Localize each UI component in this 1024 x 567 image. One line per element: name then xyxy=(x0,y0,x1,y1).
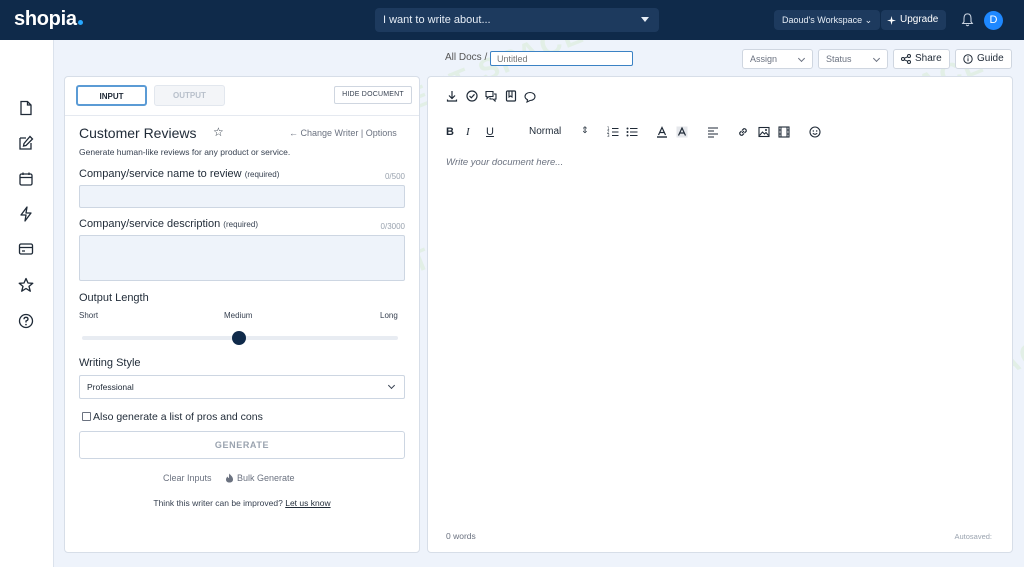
feedback-text: Think this writer can be improved? Let u… xyxy=(153,498,331,508)
text-color-icon[interactable] xyxy=(656,126,668,138)
guide-button[interactable]: Guide xyxy=(955,49,1012,69)
writing-style-label: Writing Style xyxy=(79,357,141,369)
company-description-label: Company/service description (required) xyxy=(79,218,258,230)
align-left-icon[interactable] xyxy=(707,126,719,138)
document-editor[interactable]: Write your document here... xyxy=(446,157,563,168)
lightning-icon[interactable] xyxy=(18,206,34,222)
feedback-link[interactable]: Let us know xyxy=(285,498,330,508)
chevron-down-icon: ⌄ xyxy=(864,15,873,25)
output-length-label: Output Length xyxy=(79,292,149,304)
slider-thumb[interactable] xyxy=(232,331,246,345)
underline-button[interactable]: U xyxy=(486,126,494,138)
book-icon[interactable] xyxy=(505,90,517,102)
info-icon xyxy=(963,54,973,64)
company-name-input[interactable] xyxy=(79,185,405,208)
sidebar xyxy=(0,40,54,567)
hide-document-button[interactable]: HIDE DOCUMENT xyxy=(334,86,412,104)
top-bar: shopia I want to write about... Daoud's … xyxy=(0,0,1024,40)
upgrade-label: Upgrade xyxy=(900,14,939,25)
chevron-down-icon xyxy=(797,54,806,63)
autosaved-status: Autosaved: xyxy=(954,532,992,541)
editor-panel: B I U Normal ⇕ 123 Write your document h… xyxy=(427,76,1013,553)
breadcrumb[interactable]: All Docs / xyxy=(445,52,487,63)
bell-icon[interactable] xyxy=(961,13,974,27)
length-medium-label: Medium xyxy=(224,311,253,320)
status-dropdown[interactable]: Status xyxy=(818,49,888,69)
sparkle-icon xyxy=(887,15,896,25)
input-panel: INPUT OUTPUT HIDE DOCUMENT Customer Revi… xyxy=(64,76,420,553)
prompt-dropdown-label: I want to write about... xyxy=(383,14,491,26)
help-icon[interactable] xyxy=(18,313,34,329)
bold-button[interactable]: B xyxy=(446,126,454,138)
bullet-list-icon[interactable] xyxy=(626,126,638,138)
clear-inputs-link[interactable]: Clear Inputs xyxy=(163,473,212,483)
pros-cons-checkbox[interactable] xyxy=(82,412,91,421)
company-description-counter: 0/3000 xyxy=(380,222,405,231)
assign-dropdown[interactable]: Assign xyxy=(742,49,813,69)
comments-icon[interactable] xyxy=(485,90,497,102)
updown-icon: ⇕ xyxy=(581,125,589,135)
prompt-dropdown[interactable]: I want to write about... xyxy=(375,8,659,32)
writing-style-select[interactable]: Professional xyxy=(79,375,405,399)
video-icon[interactable] xyxy=(778,126,790,138)
calendar-icon[interactable] xyxy=(18,171,34,187)
chevron-down-icon xyxy=(387,381,396,390)
tab-output[interactable]: OUTPUT xyxy=(154,85,225,106)
share-icon xyxy=(901,54,911,64)
tab-input[interactable]: INPUT xyxy=(76,85,147,106)
svg-text:3: 3 xyxy=(607,133,610,138)
doc-title-input[interactable] xyxy=(490,51,633,66)
format-select[interactable]: Normal xyxy=(529,126,561,137)
italic-button[interactable]: I xyxy=(466,126,470,138)
star-icon[interactable] xyxy=(18,277,34,293)
download-icon[interactable] xyxy=(446,90,458,102)
chat-icon[interactable] xyxy=(524,91,536,103)
document-icon[interactable] xyxy=(18,100,34,116)
word-count: 0 words xyxy=(446,531,476,541)
company-name-label: Company/service name to review (required… xyxy=(79,168,280,180)
logo[interactable]: shopia xyxy=(14,8,83,31)
writer-description: Generate human-like reviews for any prod… xyxy=(79,147,291,157)
divider xyxy=(65,115,419,116)
assign-label: Assign xyxy=(750,54,778,64)
emoji-icon[interactable] xyxy=(809,126,821,138)
status-label: Status xyxy=(826,54,852,64)
workspace-selector[interactable]: Daoud's Workspace ⌄ xyxy=(774,10,881,30)
change-writer-link[interactable]: ← Change Writer | Options xyxy=(289,128,397,138)
share-label: Share xyxy=(915,53,942,64)
bulk-generate-label: Bulk Generate xyxy=(237,473,295,483)
flame-icon xyxy=(226,473,233,483)
favorite-star-icon[interactable]: ☆ xyxy=(213,125,224,139)
pros-cons-label[interactable]: Also generate a list of pros and cons xyxy=(93,411,263,423)
generate-button[interactable]: GENERATE xyxy=(79,431,405,459)
highlight-icon[interactable] xyxy=(676,126,688,138)
edit-icon[interactable] xyxy=(18,135,34,151)
guide-label: Guide xyxy=(977,53,1004,64)
bulk-generate-link[interactable]: Bulk Generate xyxy=(225,473,295,483)
chevron-down-icon xyxy=(872,54,881,63)
company-description-textarea[interactable] xyxy=(79,235,405,281)
avatar[interactable]: D xyxy=(984,11,1003,30)
share-button[interactable]: Share xyxy=(893,49,950,69)
check-circle-icon[interactable] xyxy=(466,90,478,102)
length-short-label: Short xyxy=(79,311,99,320)
writing-style-value: Professional xyxy=(87,382,134,392)
ordered-list-icon[interactable]: 123 xyxy=(607,126,619,138)
link-icon[interactable] xyxy=(737,126,749,138)
company-name-counter: 0/500 xyxy=(384,172,405,181)
caret-down-icon xyxy=(641,17,649,22)
upgrade-button[interactable]: Upgrade xyxy=(881,10,947,30)
writer-title: Customer Reviews xyxy=(79,125,197,141)
workspace-label: Daoud's Workspace xyxy=(782,15,863,25)
length-long-label: Long xyxy=(380,311,398,320)
image-icon[interactable] xyxy=(758,126,770,138)
credit-card-icon[interactable] xyxy=(18,241,34,257)
